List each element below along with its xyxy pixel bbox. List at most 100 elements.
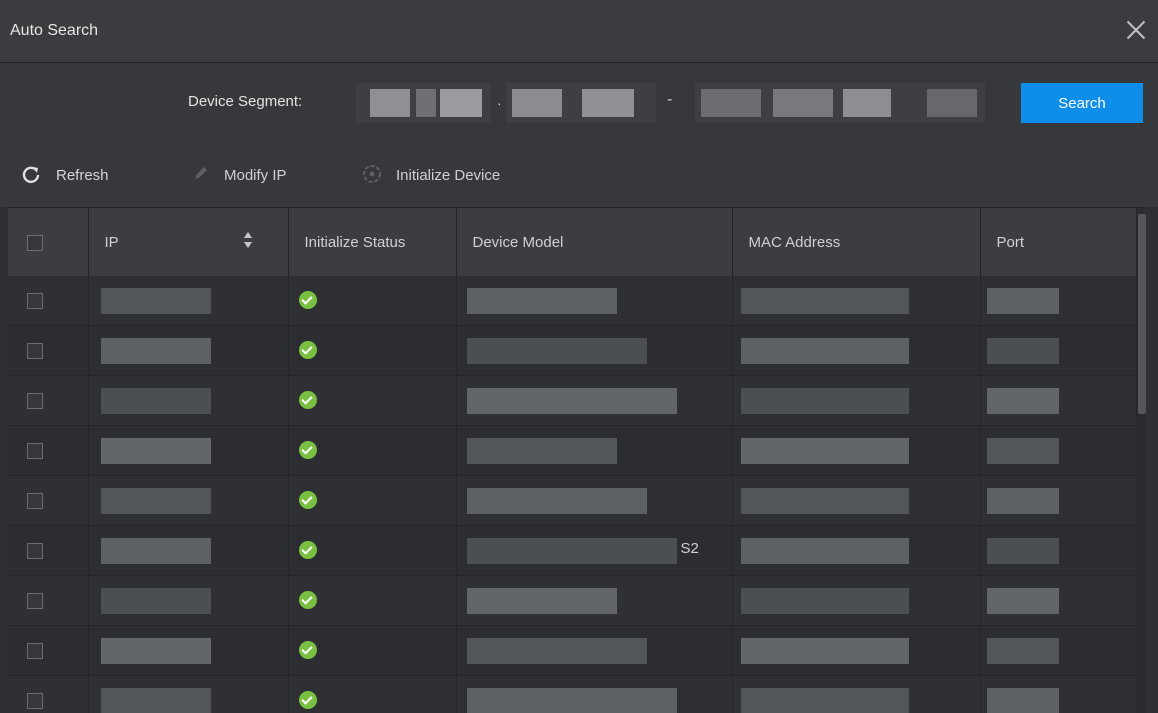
mac-cell: [732, 276, 981, 326]
masked-model: [466, 638, 647, 664]
status-cell: [288, 625, 457, 676]
end-ip-input[interactable]: [695, 83, 985, 123]
column-header-initialize-status: Initialize Status: [288, 208, 457, 276]
table-row[interactable]: [8, 375, 1137, 426]
masked-mac: [740, 638, 909, 664]
mac-cell: [732, 325, 981, 376]
check-circle-icon: [298, 341, 317, 359]
column-header-port: Port: [980, 208, 1137, 276]
table-row[interactable]: [8, 425, 1137, 476]
ip-range-dash: -: [667, 91, 673, 108]
model-cell: [456, 276, 733, 326]
table-row[interactable]: [8, 575, 1137, 626]
model-cell: [456, 375, 733, 426]
table-scrollbar[interactable]: [1138, 214, 1146, 713]
port-cell: [980, 325, 1137, 376]
ip-cell: [88, 325, 289, 376]
masked-mac: [740, 388, 909, 414]
row-checkbox-cell: [8, 375, 89, 426]
masked-model: [466, 488, 647, 514]
row-checkbox[interactable]: [27, 393, 43, 410]
row-checkbox[interactable]: [27, 643, 43, 660]
masked-mac: [740, 488, 909, 514]
modify-ip-button[interactable]: Modify IP: [192, 163, 287, 187]
check-circle-icon: [298, 641, 317, 659]
table-row[interactable]: [8, 675, 1137, 713]
row-checkbox-cell: [8, 675, 89, 713]
table-row[interactable]: [8, 625, 1137, 676]
port-cell: [980, 375, 1137, 426]
masked-mac: [740, 438, 909, 464]
row-checkbox[interactable]: [27, 493, 43, 510]
model-cell: [456, 575, 733, 626]
action-toolbar: Refresh Modify IP Initialize Device: [0, 145, 1158, 207]
header-select-all[interactable]: [8, 208, 89, 276]
status-cell: [288, 675, 457, 713]
masked-port: [986, 488, 1059, 514]
row-checkbox-cell: [8, 325, 89, 376]
scrollbar-thumb[interactable]: [1138, 214, 1146, 414]
dialog-title: Auto Search: [10, 22, 99, 39]
masked-port: [986, 338, 1059, 364]
column-header-ip[interactable]: IP: [88, 208, 289, 276]
status-cell: [288, 475, 457, 526]
masked-model: [466, 288, 617, 314]
table-row[interactable]: [8, 475, 1137, 526]
mac-cell: [732, 525, 981, 576]
row-checkbox[interactable]: [27, 593, 43, 610]
ip-cell: [88, 625, 289, 676]
mac-cell: [732, 425, 981, 476]
start-ip-part-3-4[interactable]: [506, 83, 656, 123]
title-bar: Auto Search: [0, 0, 1158, 63]
masked-model: [466, 388, 677, 414]
initialize-device-label: Initialize Device: [396, 166, 501, 184]
port-cell: [980, 575, 1137, 626]
masked-port: [986, 388, 1059, 414]
check-circle-icon: [298, 541, 317, 559]
status-cell: [288, 375, 457, 426]
status-cell: [288, 575, 457, 626]
table-row[interactable]: [8, 325, 1137, 376]
row-checkbox[interactable]: [27, 343, 43, 360]
check-circle-icon: [298, 441, 317, 459]
masked-port: [986, 438, 1059, 464]
column-header-mac-address: MAC Address: [732, 208, 981, 276]
ip-cell: [88, 475, 289, 526]
initialize-device-button[interactable]: Initialize Device: [362, 163, 500, 187]
masked-mac: [740, 538, 909, 564]
row-checkbox-cell: [8, 425, 89, 476]
row-checkbox-cell: [8, 625, 89, 676]
check-circle-icon: [298, 391, 317, 409]
table-header-row: IP Initialize Status Device Model MAC Ad…: [8, 208, 1137, 276]
model-cell: [456, 675, 733, 713]
refresh-button[interactable]: Refresh: [20, 163, 109, 187]
masked-ip: [100, 538, 211, 564]
ip-cell: [88, 575, 289, 626]
start-ip-part-1-2[interactable]: [356, 83, 491, 123]
row-checkbox[interactable]: [27, 543, 43, 560]
ip-dot-separator: ·: [497, 95, 502, 111]
ip-cell: [88, 276, 289, 326]
masked-mac: [740, 688, 909, 713]
model-cell: S2: [456, 525, 733, 576]
row-checkbox[interactable]: [27, 693, 43, 710]
row-checkbox-cell: [8, 575, 89, 626]
pencil-icon: [192, 164, 210, 186]
search-button[interactable]: Search: [1021, 83, 1143, 123]
table-row[interactable]: [8, 276, 1137, 326]
row-checkbox-cell: [8, 475, 89, 526]
masked-ip: [100, 338, 211, 364]
row-checkbox[interactable]: [27, 293, 43, 310]
close-icon[interactable]: [1122, 16, 1150, 44]
check-circle-icon: [298, 591, 317, 609]
masked-port: [986, 538, 1059, 564]
select-all-checkbox[interactable]: [27, 234, 43, 251]
table-row[interactable]: S2: [8, 525, 1137, 576]
masked-model: [466, 538, 677, 564]
check-circle-icon: [298, 491, 317, 509]
sort-icon[interactable]: [243, 232, 253, 252]
masked-ip: [100, 638, 211, 664]
auto-search-dialog: Auto Search Device Segment: · - Search R…: [0, 0, 1158, 713]
masked-mac: [740, 588, 909, 614]
row-checkbox[interactable]: [27, 443, 43, 460]
